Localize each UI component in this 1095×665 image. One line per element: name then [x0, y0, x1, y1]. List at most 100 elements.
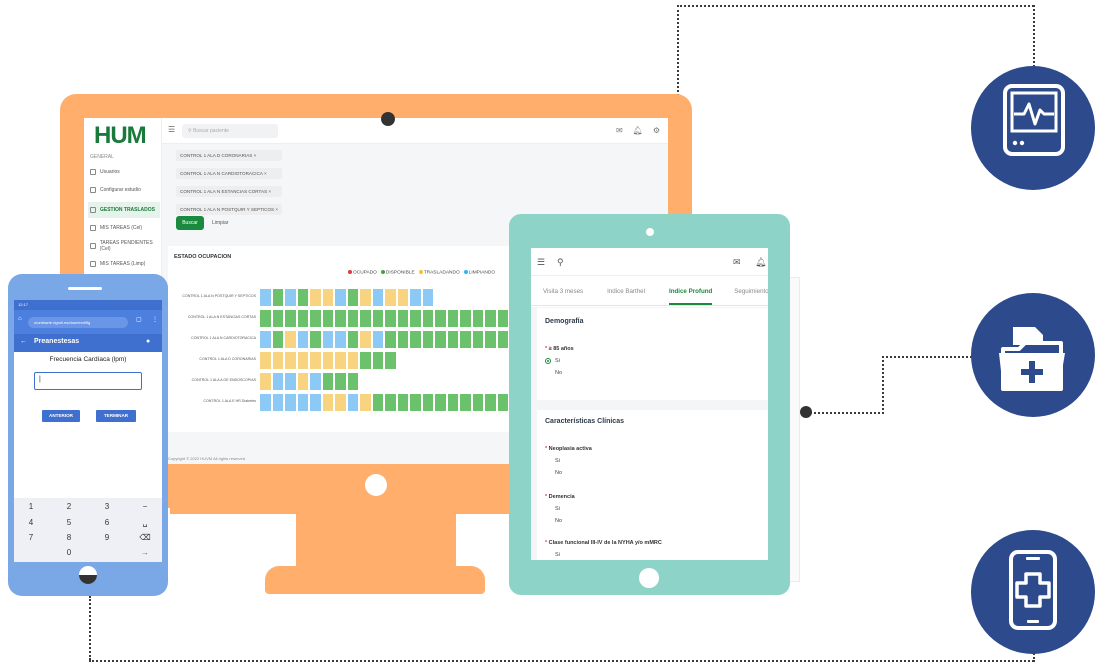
bed-cell[interactable]	[271, 288, 284, 307]
bed-cell[interactable]	[321, 393, 334, 412]
home-icon[interactable]: ⌂	[18, 316, 22, 322]
bed-cell[interactable]	[396, 288, 409, 307]
tab-indice-barthel[interactable]: Indice Barthel	[607, 278, 645, 305]
bed-cell[interactable]	[409, 288, 422, 307]
filter-tag[interactable]: CONTROL 1 ALA D CORONARIAS ×	[176, 150, 283, 161]
bed-cell[interactable]	[334, 330, 347, 349]
bed-cell[interactable]	[496, 393, 509, 412]
bed-cell[interactable]	[484, 330, 497, 349]
sidebar-item-mis-tareas-cel[interactable]: MIS TAREAS (Cel)	[88, 220, 160, 236]
bed-cell[interactable]	[284, 330, 297, 349]
bed-cell[interactable]	[396, 330, 409, 349]
bed-cell[interactable]	[359, 393, 372, 412]
bed-cell[interactable]	[296, 393, 309, 412]
tab-seguimiento[interactable]: Seguimiento	[734, 278, 768, 305]
bed-cell[interactable]	[409, 330, 422, 349]
space-key[interactable]: ␣	[130, 518, 160, 527]
tab-indice-profund[interactable]: Indice Profund	[668, 278, 713, 305]
filter-tag[interactable]: CONTROL 1 ALA N CARDIOTORACICA ×	[176, 168, 283, 179]
bed-cell[interactable]	[259, 393, 272, 412]
bed-cell[interactable]	[384, 330, 397, 349]
backspace-key[interactable]: ⌫	[130, 533, 160, 542]
bed-cell[interactable]	[371, 309, 384, 328]
bed-cell[interactable]	[284, 351, 297, 370]
user-icon[interactable]: ●	[146, 338, 150, 345]
bed-cell[interactable]	[421, 330, 434, 349]
bed-cell[interactable]	[321, 330, 334, 349]
bed-cell[interactable]	[321, 372, 334, 391]
bed-cell[interactable]	[346, 372, 359, 391]
more-icon[interactable]: ⋮	[152, 316, 158, 323]
bed-cell[interactable]	[309, 309, 322, 328]
bed-cell[interactable]	[259, 351, 272, 370]
key[interactable]: 2	[54, 502, 84, 511]
bed-cell[interactable]	[409, 309, 422, 328]
bed-cell[interactable]	[271, 351, 284, 370]
next-key[interactable]: →	[130, 548, 160, 557]
radio-option-si[interactable]: Si	[545, 552, 560, 558]
heart-rate-input[interactable]: |	[34, 372, 142, 390]
radio-unselected[interactable]	[545, 518, 551, 524]
bed-cell[interactable]	[434, 309, 447, 328]
bed-cell[interactable]	[359, 330, 372, 349]
bed-cell[interactable]	[334, 393, 347, 412]
key[interactable]: 0	[54, 548, 84, 557]
radio-selected[interactable]	[545, 358, 551, 364]
bed-cell[interactable]	[346, 351, 359, 370]
bed-cell[interactable]	[321, 351, 334, 370]
radio-unselected[interactable]	[545, 470, 551, 476]
radio-option-si[interactable]: Si	[545, 358, 560, 364]
bed-cell[interactable]	[271, 330, 284, 349]
search-input[interactable]: ⚲ Buscar paciente	[182, 124, 278, 138]
bed-cell[interactable]	[284, 309, 297, 328]
bed-cell[interactable]	[359, 309, 372, 328]
key[interactable]: 8	[54, 533, 84, 542]
anterior-button[interactable]: ANTERIOR	[42, 410, 80, 422]
tabs-icon[interactable]: ▢	[136, 316, 142, 323]
bed-cell[interactable]	[446, 330, 459, 349]
bed-cell[interactable]	[471, 309, 484, 328]
bed-cell[interactable]	[296, 288, 309, 307]
sidebar-item-usuarios[interactable]: Usuarios	[88, 164, 160, 180]
bed-cell[interactable]	[334, 351, 347, 370]
bell-icon[interactable]: 🔔︎	[633, 126, 643, 135]
bed-cell[interactable]	[371, 288, 384, 307]
bed-cell[interactable]	[309, 393, 322, 412]
bed-cell[interactable]	[296, 330, 309, 349]
buscar-button[interactable]: Buscar	[176, 216, 204, 230]
bed-cell[interactable]	[496, 330, 509, 349]
sidebar-item-configurar[interactable]: Configurar estudio	[88, 182, 160, 198]
url-field[interactable]: crontriarte.rigroll.es/dowr/red/flg	[28, 317, 128, 328]
bed-cell[interactable]	[296, 351, 309, 370]
bed-cell[interactable]	[309, 288, 322, 307]
bed-cell[interactable]	[259, 372, 272, 391]
bed-cell[interactable]	[371, 330, 384, 349]
search-icon[interactable]: ⚲	[557, 257, 564, 268]
bed-cell[interactable]	[446, 393, 459, 412]
key[interactable]: 7	[16, 533, 46, 542]
filter-tag[interactable]: CONTROL 1 ALA N POSTQUIR Y SEPTICOS ×	[176, 204, 283, 215]
terminar-button[interactable]: TERMINAR	[96, 410, 136, 422]
radio-unselected[interactable]	[545, 506, 551, 512]
settings-icon[interactable]: ⚙	[653, 126, 660, 135]
bed-cell[interactable]	[346, 393, 359, 412]
bed-cell[interactable]	[284, 372, 297, 391]
bed-cell[interactable]	[346, 330, 359, 349]
bed-cell[interactable]	[434, 393, 447, 412]
bed-cell[interactable]	[309, 351, 322, 370]
bed-cell[interactable]	[284, 288, 297, 307]
bell-icon[interactable]: 🔔︎	[755, 257, 766, 268]
bed-cell[interactable]	[484, 393, 497, 412]
sidebar-item-mis-tareas-limp[interactable]: MIS TAREAS (Limp)	[88, 256, 160, 272]
bed-cell[interactable]	[359, 351, 372, 370]
bed-cell[interactable]	[346, 288, 359, 307]
key[interactable]: −	[130, 502, 160, 511]
bed-cell[interactable]	[421, 288, 434, 307]
radio-option-no[interactable]: No	[545, 518, 562, 524]
radio-unselected[interactable]	[545, 552, 551, 558]
mail-icon[interactable]: ✉	[733, 257, 741, 268]
radio-option-no[interactable]: No	[545, 370, 562, 376]
bed-cell[interactable]	[434, 330, 447, 349]
bed-cell[interactable]	[334, 309, 347, 328]
key[interactable]: 3	[92, 502, 122, 511]
